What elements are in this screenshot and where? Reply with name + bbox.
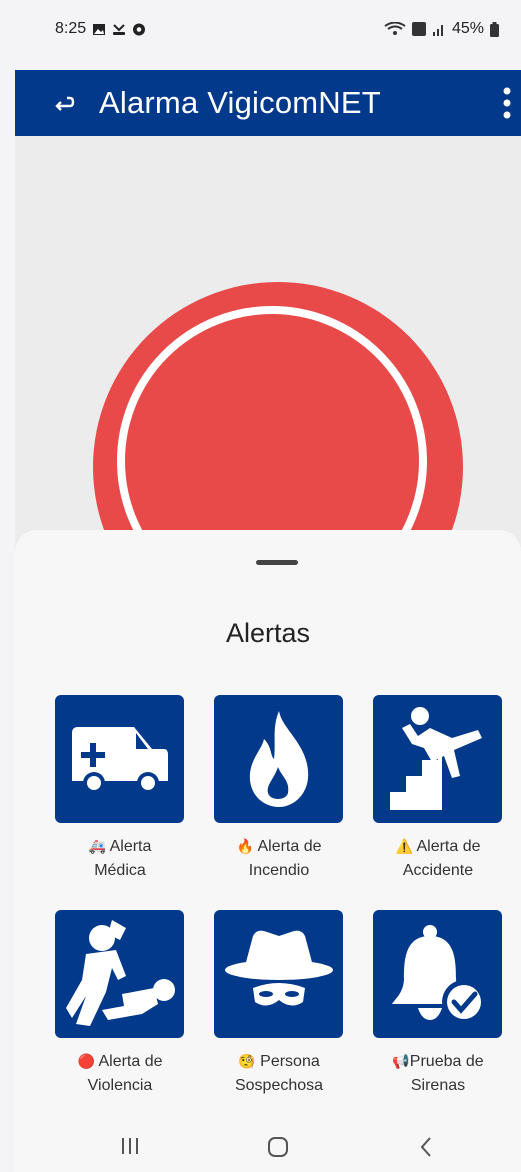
- status-bar: 8:25 45%: [15, 0, 521, 70]
- alert-fire-label: 🔥 Alerta de Incendio: [236, 838, 322, 879]
- alert-medical-label: 🚑 Alerta Médica: [88, 838, 152, 879]
- nav-back-icon[interactable]: [419, 1136, 433, 1158]
- app-title: Alarma VigicomNET: [99, 85, 381, 120]
- fight-icon: [65, 920, 175, 1026]
- red-circle-emoji-icon: 🔴: [77, 1054, 95, 1070]
- chrome-icon: [133, 23, 146, 35]
- fire-emoji-icon: 🔥: [236, 839, 254, 855]
- alert-suspicious[interactable]: 🧐 Persona Sospechosa: [214, 910, 344, 1097]
- wifi-icon: [384, 22, 406, 35]
- gallery-icon: [93, 23, 106, 35]
- app-bar: Alarma VigicomNET: [15, 70, 521, 136]
- back-arrow-icon[interactable]: [51, 90, 75, 114]
- alert-suspicious-tile[interactable]: [214, 910, 343, 1038]
- signal-icon: [432, 25, 443, 36]
- alert-siren-test-label: 📢Prueba de Sirenas: [392, 1053, 484, 1094]
- warning-emoji-icon: ⚠️: [395, 839, 413, 855]
- alert-fire[interactable]: 🔥 Alerta de Incendio: [214, 695, 344, 882]
- sheet-drag-handle[interactable]: [256, 560, 298, 565]
- fire-icon: [249, 711, 308, 807]
- alert-fire-tile[interactable]: [214, 695, 343, 823]
- falling-person-icon: [389, 707, 482, 810]
- home-icon[interactable]: [267, 1136, 289, 1158]
- alert-medical-tile[interactable]: [55, 695, 184, 823]
- alert-medical[interactable]: 🚑 Alerta Médica: [55, 695, 185, 882]
- bell-check-icon: [391, 925, 486, 1024]
- phone-screen: 8:25 45% Alarma VigicomNET Alertas 🚑 Ale…: [15, 0, 521, 1172]
- missed-call-icon: [113, 23, 126, 35]
- alerts-bottom-sheet: Alertas 🚑 Alerta Médica 🔥 Alerta de Ince…: [15, 530, 521, 1120]
- status-time: 8:25: [55, 20, 87, 37]
- alert-violence-label: 🔴 Alerta de Violencia: [77, 1053, 163, 1094]
- battery-level: 45%: [451, 20, 484, 37]
- alert-violence-tile[interactable]: [55, 910, 184, 1038]
- alert-suspicious-label: 🧐 Persona Sospechosa: [234, 1053, 324, 1094]
- recent-apps-icon[interactable]: [121, 1136, 139, 1156]
- alert-accident-label: ⚠️ Alerta de Accidente: [395, 838, 481, 879]
- more-options-icon[interactable]: [503, 85, 511, 121]
- alert-violence[interactable]: 🔴 Alerta de Violencia: [55, 910, 185, 1097]
- alert-accident[interactable]: ⚠️ Alerta de Accidente: [373, 695, 503, 882]
- volte-icon: [411, 22, 426, 36]
- ambulance-icon: [71, 727, 168, 794]
- alert-accident-tile[interactable]: [373, 695, 502, 823]
- sheet-title: Alertas: [225, 618, 311, 648]
- alert-siren-test-tile[interactable]: [373, 910, 502, 1038]
- alert-siren-test[interactable]: 📢Prueba de Sirenas: [373, 910, 503, 1097]
- ambulance-emoji-icon: 🚑: [88, 839, 107, 855]
- battery-icon: [490, 21, 499, 37]
- monocle-face-emoji-icon: 🧐: [238, 1054, 256, 1070]
- megaphone-emoji-icon: 📢: [392, 1054, 410, 1070]
- spy-icon: [224, 930, 333, 1006]
- system-nav-bar: [15, 1120, 521, 1172]
